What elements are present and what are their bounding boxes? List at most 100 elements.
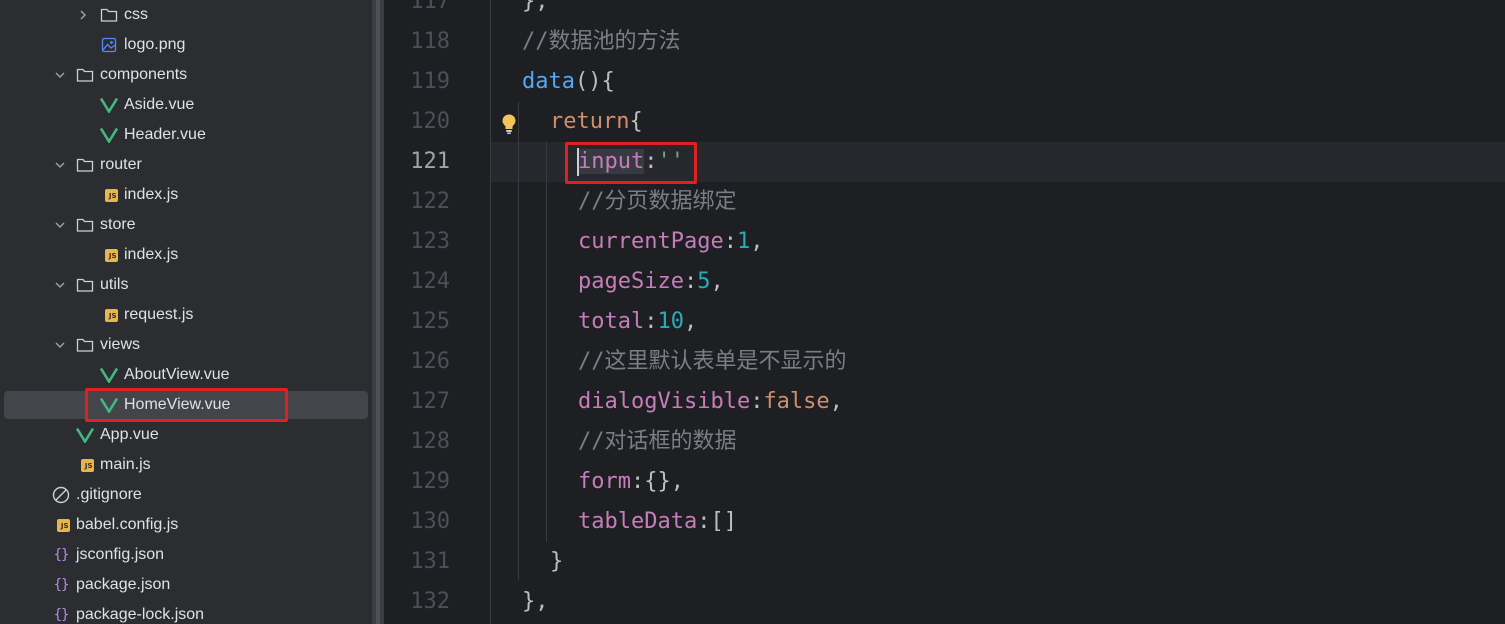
js-file-icon: JS [102,186,120,204]
code-token: }, [522,0,549,14]
line-number: 118 [410,29,450,54]
tree-item-aside-vue[interactable]: Aside.vue [0,90,372,120]
chevron-down-icon[interactable] [53,330,67,360]
tree-item-label: logo.png [124,36,186,53]
image-file-icon [100,36,118,54]
code-keyword: return [550,109,630,134]
tree-item-router-index-js[interactable]: JS index.js [0,180,372,210]
code-line: //数据池的方法 [522,22,681,62]
code-property: total [578,309,645,334]
code-function-name: data [522,69,575,94]
code-token: (){ [574,69,615,94]
code-property: currentPage [578,229,724,254]
js-file-icon: JS [54,516,72,534]
tree-item-router[interactable]: router [0,150,372,180]
code-keyword: false [763,389,830,414]
line-number: 129 [410,469,450,494]
tree-item-logo-png[interactable]: logo.png [0,30,372,60]
code-editor[interactable]: 117 118 119 120 121 122 123 124 125 126 … [384,0,1505,624]
line-number: 120 [410,109,450,134]
code-token: , [710,269,724,294]
code-property: form [578,469,631,494]
tree-item-label: .gitignore [76,486,142,503]
tree-item-label: package.json [76,576,171,593]
folder-icon [76,276,94,294]
tree-item-package-json[interactable]: {} package.json [0,570,372,600]
code-number: 1 [736,229,751,254]
chevron-down-icon[interactable] [53,270,67,300]
tree-item-package-lock-json[interactable]: {} package-lock.json [0,600,372,624]
json-file-icon: {} [53,577,70,593]
tree-item-jsconfig-json[interactable]: {} jsconfig.json [0,540,372,570]
code-line: form:{}, [578,462,684,502]
line-number: 117 [410,0,450,14]
code-line: pageSize:5, [578,262,724,302]
chevron-right-icon[interactable] [76,0,90,30]
annotation-highlight-box [565,142,697,184]
chevron-down-icon[interactable] [53,60,67,90]
tree-item-store-index-js[interactable]: JS index.js [0,240,372,270]
tree-item-utils[interactable]: utils [0,270,372,300]
code-token: : [723,229,737,254]
tree-item-store[interactable]: store [0,210,372,240]
code-line: data(){ [522,62,615,102]
annotation-highlight-box [85,388,288,422]
ide-window: css logo.png components Aside.vue Header… [0,0,1505,624]
chevron-down-icon[interactable] [53,210,67,240]
code-token: :[] [697,509,737,534]
tree-item-aboutview-vue[interactable]: AboutView.vue [0,360,372,390]
vue-file-icon [100,126,118,144]
tree-item-components[interactable]: components [0,60,372,90]
tree-item-app-vue[interactable]: App.vue [0,420,372,450]
tree-item-label: babel.config.js [76,516,179,533]
vue-file-icon [100,96,118,114]
json-file-icon: {} [53,607,70,623]
code-line: }, [522,0,549,22]
tree-item-label: index.js [124,186,179,203]
folder-icon [100,6,118,24]
line-number: 126 [410,349,450,374]
folder-icon [76,66,94,84]
chevron-down-icon[interactable] [53,150,67,180]
code-token: }, [522,589,549,614]
line-number: 127 [410,389,450,414]
vertical-scrollbar[interactable] [376,0,380,624]
tree-item-gitignore[interactable]: .gitignore [0,480,372,510]
folder-icon [76,216,94,234]
folder-icon [76,336,94,354]
code-line: } [550,542,563,582]
code-comment: //分页数据绑定 [578,189,737,214]
code-token: , [750,229,764,254]
line-number-active: 121 [410,149,450,174]
js-file-icon: JS [102,306,120,324]
lightbulb-icon[interactable] [501,113,517,140]
code-token: :{}, [630,469,684,494]
tree-item-label: index.js [124,246,179,263]
indent-guide [518,102,519,580]
tree-item-label: router [100,156,142,173]
vue-file-icon [76,426,94,444]
tree-item-label: utils [100,276,129,293]
js-file-icon: JS [102,246,120,264]
code-number: 5 [697,269,711,294]
tree-item-label: request.js [124,306,194,323]
tree-item-header-vue[interactable]: Header.vue [0,120,372,150]
code-property: dialogVisible [578,389,751,414]
tree-item-views[interactable]: views [0,330,372,360]
code-token: : [750,389,764,414]
tree-item-babel-config-js[interactable]: JS babel.config.js [0,510,372,540]
code-token: : [683,269,698,294]
line-number: 123 [410,229,450,254]
tree-item-main-js[interactable]: JS main.js [0,450,372,480]
code-line: dialogVisible:false, [578,382,843,422]
tree-item-label: package-lock.json [76,606,205,623]
tree-item-label: css [124,6,148,23]
code-token: : [644,309,658,334]
line-number: 122 [410,189,450,214]
line-number: 132 [410,589,450,614]
tree-item-label: AboutView.vue [124,366,230,383]
tree-item-css[interactable]: css [0,0,372,30]
code-line: //分页数据绑定 [578,182,737,222]
code-line: }, [522,582,549,622]
tree-item-request-js[interactable]: JS request.js [0,300,372,330]
